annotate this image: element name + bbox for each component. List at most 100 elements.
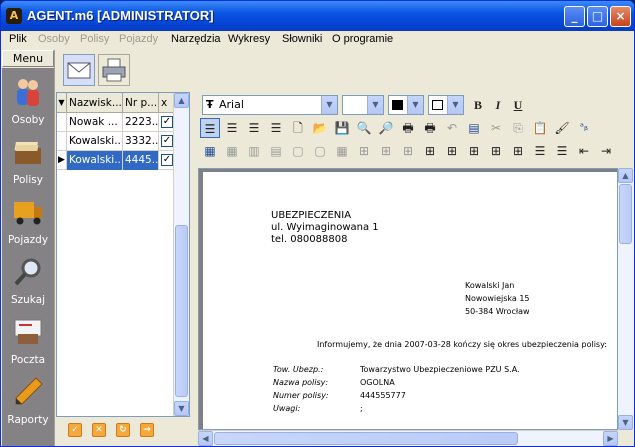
font-select[interactable]: Ŧ Arial ▼ [202, 95, 338, 115]
sidebar-item-szukaj[interactable]: Szukaj [2, 252, 54, 308]
next-icon[interactable]: → [140, 423, 154, 437]
underline-button[interactable]: U [508, 95, 528, 115]
cell-border-outer-icon[interactable]: ⊞ [486, 141, 506, 161]
menu-bar: Plik Osoby Polisy Pojazdy Narzędzia Wykr… [1, 31, 634, 49]
cancel-icon[interactable]: ✕ [92, 423, 106, 437]
indent-decrease-icon[interactable]: ⇤ [574, 141, 594, 161]
cut-icon[interactable]: ✂ [486, 118, 506, 138]
insert-row-icon[interactable]: ▦ [222, 141, 242, 161]
cell-border-top-icon[interactable]: ⊞ [376, 141, 396, 161]
table-row[interactable]: Kowalski... 3332... ✓ [57, 132, 175, 151]
bold-button[interactable]: B [468, 95, 488, 115]
sort-arrow-icon[interactable]: ▼ [57, 93, 67, 113]
sidebar-item-osoby[interactable]: Osoby [2, 72, 54, 128]
sidebar-item-poczta[interactable]: Poczta [2, 312, 54, 368]
background-color-select[interactable]: ▼ [428, 95, 464, 115]
scroll-left-icon[interactable]: ◀ [198, 431, 213, 446]
chevron-down-icon[interactable]: ▼ [407, 96, 423, 114]
cell-border-inner-icon[interactable]: ⊞ [464, 141, 484, 161]
cell-border-left-icon[interactable]: ⊞ [420, 141, 440, 161]
indent-increase-icon[interactable]: ⇥ [596, 141, 616, 161]
align-center-icon[interactable]: ☰ [222, 118, 242, 138]
minimize-button[interactable]: _ [564, 6, 585, 27]
align-left-icon[interactable]: ☰ [200, 118, 220, 138]
column-header-nr-polisy[interactable]: Nr p... [123, 93, 159, 113]
delete-column-icon[interactable]: ▢ [288, 141, 308, 161]
accept-icon[interactable]: ✓ [68, 423, 82, 437]
numbered-list-icon[interactable]: ☰ [552, 141, 572, 161]
copy-icon[interactable]: ⎘ [508, 118, 528, 138]
close-button[interactable]: × [610, 6, 631, 27]
document-vscroll-thumb[interactable] [619, 184, 632, 244]
print-icon[interactable]: 🖶 [398, 118, 418, 138]
print-button[interactable] [98, 54, 130, 86]
paste-icon[interactable]: 📋 [530, 118, 550, 138]
scroll-right-icon[interactable]: ▶ [603, 431, 618, 446]
refresh-icon[interactable]: ↻ [116, 423, 130, 437]
font-size-select[interactable]: ▼ [342, 95, 384, 115]
scroll-up-icon[interactable]: ▲ [174, 93, 189, 108]
text-color-select[interactable]: ▼ [388, 95, 424, 115]
replace-icon[interactable]: ᵃᵦ [574, 118, 594, 138]
scroll-down-icon[interactable]: ▼ [618, 415, 633, 430]
document-vertical-scrollbar[interactable]: ▲ ▼ [618, 168, 634, 430]
scroll-down-icon[interactable]: ▼ [174, 401, 189, 416]
bullet-list-icon[interactable]: ☰ [530, 141, 550, 161]
table-row[interactable]: Nowak ... 2223... ✓ [57, 113, 175, 132]
cell-border-none-icon[interactable]: ⊞ [508, 141, 528, 161]
open-folder-icon[interactable]: 📂 [310, 118, 330, 138]
grid-vertical-scrollbar[interactable]: ▲ ▼ [173, 93, 189, 416]
cell-nazwisko: Kowalski... [67, 132, 123, 151]
email-button[interactable] [63, 54, 95, 86]
print-preview-icon[interactable]: 🖶 [420, 118, 440, 138]
insert-table-icon[interactable]: ▦ [200, 141, 220, 161]
merge-cells-icon[interactable]: ▢ [310, 141, 330, 161]
maximize-button[interactable]: □ [587, 6, 608, 27]
save-icon[interactable]: 💾 [332, 118, 352, 138]
align-right-icon[interactable]: ☰ [266, 118, 286, 138]
app-icon: A [6, 8, 22, 24]
grid-scroll-thumb[interactable] [175, 225, 188, 397]
cell-border-bottom-icon[interactable]: ⊞ [398, 141, 418, 161]
sidebar-item-raporty[interactable]: Raporty [2, 372, 54, 428]
insert-column-icon[interactable]: ▥ [244, 141, 264, 161]
column-header-nazwisko[interactable]: Nazwisk... [67, 93, 123, 113]
document-horizontal-scrollbar[interactable]: ◀ ▶ [198, 430, 618, 446]
menu-polisy[interactable]: Polisy [80, 33, 109, 45]
cell-border-right-icon[interactable]: ⊞ [442, 141, 462, 161]
split-cells-icon[interactable]: ▦ [332, 141, 352, 161]
table-row-selected[interactable]: ▶ Kowalski... 4445... ✓ [57, 151, 175, 170]
window-title: AGENT.m6 [ADMINISTRATOR] [27, 8, 214, 23]
scroll-up-icon[interactable]: ▲ [618, 168, 633, 183]
new-document-icon[interactable]: 🗋 [288, 118, 308, 138]
format-painter-icon[interactable]: 🖌 [552, 118, 572, 138]
menu-slowniki[interactable]: Słowniki [282, 33, 322, 45]
chevron-down-icon[interactable]: ▼ [321, 96, 337, 114]
delete-row-icon[interactable]: ▤ [266, 141, 286, 161]
title-bar[interactable]: A AGENT.m6 [ADMINISTRATOR] _ □ × [1, 1, 634, 31]
chevron-down-icon[interactable]: ▼ [447, 96, 463, 114]
row-checkbox[interactable]: ✓ [161, 135, 173, 147]
row-checkbox[interactable]: ✓ [161, 154, 173, 166]
sidebar-item-pojazdy[interactable]: Pojazdy [2, 192, 54, 248]
cell-border-all-icon[interactable]: ⊞ [354, 141, 374, 161]
format-icon[interactable]: ▤ [464, 118, 484, 138]
document-viewport[interactable]: UBEZPIECZENIA ul. Wyimaginowana 1 tel. 0… [198, 168, 618, 430]
find-next-icon[interactable]: 🔎 [376, 118, 396, 138]
menu-narzedzia[interactable]: Narzędzia [171, 33, 221, 45]
menu-o-programie[interactable]: O programie [332, 33, 393, 45]
menu-pojazdy[interactable]: Pojazdy [119, 33, 158, 45]
menu-plik[interactable]: Plik [9, 33, 27, 45]
document-page[interactable]: UBEZPIECZENIA ul. Wyimaginowana 1 tel. 0… [203, 172, 617, 429]
undo-icon[interactable]: ↶ [442, 118, 462, 138]
sidebar: Menu Osoby Polisy Pojazdy Szukaj Poczta [1, 50, 55, 446]
sidebar-item-polisy[interactable]: Polisy [2, 132, 54, 188]
menu-wykresy[interactable]: Wykresy [228, 33, 270, 45]
find-icon[interactable]: 🔍 [354, 118, 374, 138]
chevron-down-icon[interactable]: ▼ [367, 96, 383, 114]
document-hscroll-thumb[interactable] [214, 432, 518, 445]
italic-button[interactable]: I [488, 95, 508, 115]
align-justify-icon[interactable]: ☰ [244, 118, 264, 138]
menu-osoby[interactable]: Osoby [38, 33, 70, 45]
row-checkbox[interactable]: ✓ [161, 116, 173, 128]
